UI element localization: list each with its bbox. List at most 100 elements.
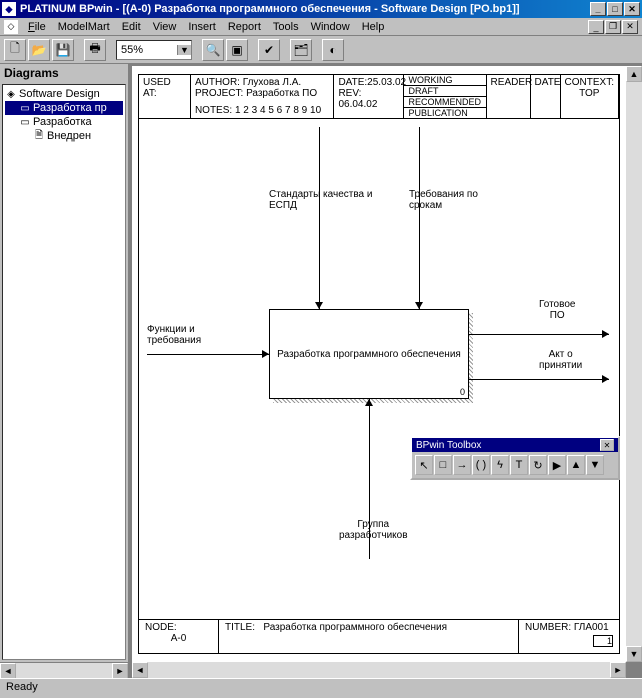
workspace: Diagrams ◈ Software Design ▭ Разработка … (0, 64, 642, 678)
menubar: ◇ File ModelMart Edit View Insert Report… (0, 18, 642, 36)
number-cell: NUMBER: ГЛА001 1 (519, 620, 619, 653)
menu-view[interactable]: View (147, 19, 183, 35)
status-text: Ready (6, 681, 38, 693)
arrow-tool[interactable]: → (453, 455, 471, 475)
tree-item[interactable]: ▭ Разработка (5, 115, 123, 129)
menu-report[interactable]: Report (222, 19, 267, 35)
canvas-hscroll[interactable]: ◄ ► (132, 662, 626, 678)
activity-tool[interactable]: □ (434, 455, 452, 475)
spell-button[interactable]: ✔ (258, 39, 280, 61)
tunnel-tool[interactable]: ( ) (472, 455, 490, 475)
zoom-dropdown-icon[interactable]: ▼ (177, 45, 191, 55)
node-cell: NODE: A-0 (139, 620, 219, 653)
output1-arrow[interactable] (469, 334, 609, 335)
goto-child-tool[interactable]: ▶ (548, 455, 566, 475)
output1-label[interactable]: Готовое ПО (539, 299, 575, 321)
app-title: PLATINUM BPwin - [(A-0) Разработка прогр… (20, 3, 590, 15)
pointer-tool[interactable]: ↖ (415, 455, 433, 475)
text-tool[interactable]: T (510, 455, 528, 475)
zoom-value: 55% (117, 44, 177, 56)
canvas-page[interactable]: USED AT: AUTHOR: Глухова Л.А. PROJECT: Р… (132, 66, 626, 662)
report-button[interactable]: ◐ (322, 39, 344, 61)
toolbox-close-button[interactable]: ✕ (600, 439, 614, 451)
diagram-body[interactable]: Разработка программного обеспечения 0 Фу… (139, 119, 619, 619)
squiggle-tool[interactable]: ϟ (491, 455, 509, 475)
tree-item[interactable]: 🗎 Внедрен (5, 129, 123, 143)
save-button[interactable]: 💾 (52, 39, 74, 61)
scroll-left-icon[interactable]: ◄ (0, 663, 16, 679)
model-explorer-button[interactable]: 🗂 (290, 39, 312, 61)
menu-modelmart[interactable]: ModelMart (52, 19, 116, 35)
canvas-vscroll[interactable]: ▲ ▼ (626, 66, 642, 662)
zoom-fit-button[interactable]: ▣ (226, 39, 248, 61)
minimize-button[interactable]: _ (590, 2, 606, 16)
output2-arrow[interactable] (469, 379, 609, 380)
menu-insert[interactable]: Insert (182, 19, 222, 35)
used-at-cell: USED AT: (139, 75, 191, 118)
activity-box[interactable]: Разработка программного обеспечения 0 (269, 309, 469, 399)
mechanism-label[interactable]: Группа разработчиков (339, 519, 408, 541)
idef-header: USED AT: AUTHOR: Глухова Л.А. PROJECT: Р… (139, 75, 619, 119)
control2-label[interactable]: Требования по срокам (409, 189, 478, 211)
maximize-button[interactable]: □ (607, 2, 623, 16)
toolbox-window[interactable]: BPwin Toolbox ✕ ↖ □ → ( ) ϟ T ↻ ▶ ▲ ▼ (410, 436, 620, 480)
statusbar: Ready (0, 678, 642, 698)
scroll-left-icon[interactable]: ◄ (132, 662, 148, 678)
control1-arrow[interactable] (319, 127, 320, 309)
goto-parent-tool[interactable]: ▲ (567, 455, 585, 475)
date2-cell: DATE (531, 75, 561, 118)
tree-label: Внедрен (47, 130, 91, 142)
scroll-right-icon[interactable]: ► (610, 662, 626, 678)
tree-item-selected[interactable]: ▭ Разработка пр (5, 101, 123, 115)
mdi-icon[interactable]: ◇ (4, 20, 18, 34)
redo-tool[interactable]: ↻ (529, 455, 547, 475)
new-button[interactable]: 🗋 (4, 39, 26, 61)
diagram-icon: ▭ (19, 116, 31, 128)
app-titlebar: ◆ PLATINUM BPwin - [(A-0) Разработка про… (0, 0, 642, 18)
control1-label[interactable]: Стандарты качества и ЕСПД (269, 189, 372, 211)
mdi-minimize-button[interactable]: _ (588, 20, 604, 34)
menu-edit[interactable]: Edit (116, 19, 147, 35)
sidebar-title: Diagrams (0, 64, 128, 82)
page-icon: 🗎 (33, 130, 45, 142)
toolbox-title: BPwin Toolbox (416, 440, 481, 451)
menu-tools[interactable]: Tools (267, 19, 305, 35)
control2-arrow[interactable] (419, 127, 420, 309)
menu-window[interactable]: Window (305, 19, 356, 35)
open-button[interactable]: 📂 (28, 39, 50, 61)
scroll-down-icon[interactable]: ▼ (626, 646, 642, 662)
sidebar-hscroll[interactable]: ◄ ► (0, 662, 128, 678)
author-cell: AUTHOR: Глухова Л.А. PROJECT: Разработка… (191, 75, 335, 118)
canvas: USED AT: AUTHOR: Глухова Л.А. PROJECT: Р… (130, 64, 642, 678)
arrowhead-icon (315, 302, 323, 309)
activity-number: 0 (460, 387, 465, 397)
arrowhead-icon (415, 302, 423, 309)
mdi-restore-button[interactable]: ❐ (605, 20, 621, 34)
menu-help[interactable]: Help (356, 19, 391, 35)
input-arrow[interactable] (147, 354, 269, 355)
tree-label: Разработка пр (33, 102, 107, 114)
print-button[interactable]: 🖶 (84, 39, 106, 61)
tree-icon: ◈ (5, 88, 17, 100)
scroll-up-icon[interactable]: ▲ (626, 66, 642, 82)
sidebar: Diagrams ◈ Software Design ▭ Разработка … (0, 64, 130, 678)
diagram-icon: ▭ (19, 102, 31, 114)
arrowhead-icon (602, 330, 609, 338)
zoom-combo[interactable]: 55% ▼ (116, 40, 192, 60)
input-label[interactable]: Функции и требования (147, 324, 201, 346)
arrowhead-icon (365, 399, 373, 406)
activity-label: Разработка программного обеспечения (277, 349, 461, 360)
context-cell: CONTEXT: TOP (561, 75, 619, 118)
scroll-right-icon[interactable]: ► (112, 663, 128, 679)
tree-item-root[interactable]: ◈ Software Design (5, 87, 123, 101)
output2-label[interactable]: Акт о принятии (539, 349, 582, 371)
mdi-close-button[interactable]: ✕ (622, 20, 638, 34)
arrowhead-icon (602, 375, 609, 383)
toolbox-titlebar[interactable]: BPwin Toolbox ✕ (412, 438, 618, 452)
menu-file[interactable]: File (22, 19, 52, 35)
goto-sibling-tool[interactable]: ▼ (586, 455, 604, 475)
zoom-in-button[interactable]: 🔍 (202, 39, 224, 61)
diagram-tree[interactable]: ◈ Software Design ▭ Разработка пр ▭ Разр… (2, 84, 126, 660)
close-button[interactable]: ✕ (624, 2, 640, 16)
tree-label: Разработка (33, 116, 92, 128)
